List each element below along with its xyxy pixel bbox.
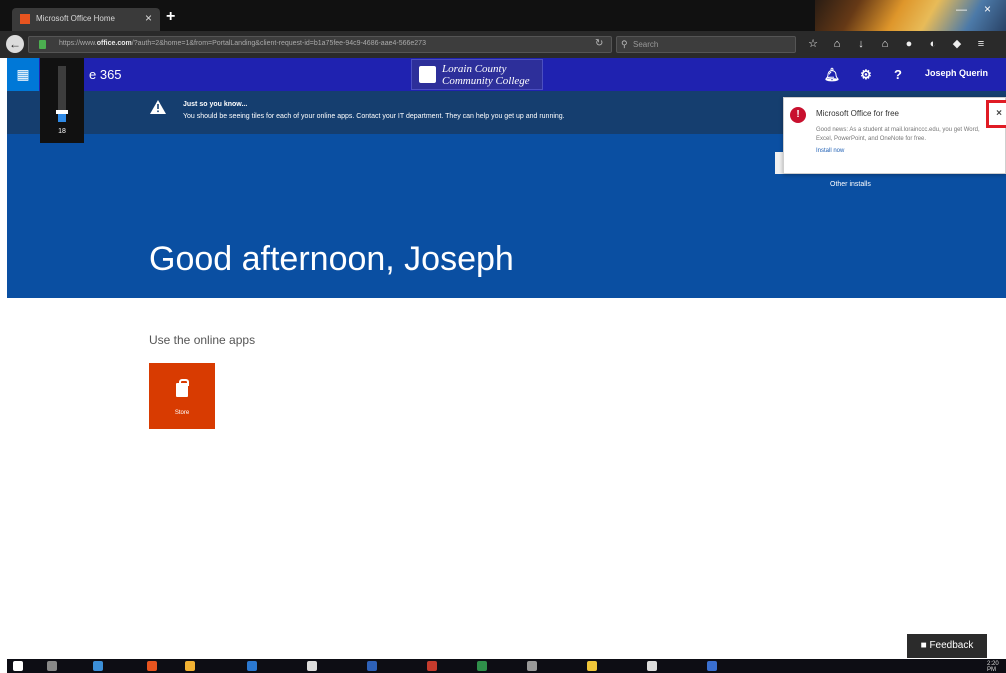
search-placeholder: Search xyxy=(633,40,659,49)
office-brand[interactable]: e 365 xyxy=(89,67,122,82)
firefox-icon[interactable] xyxy=(147,661,157,671)
greeting: Good afternoon, Joseph xyxy=(149,240,514,278)
user-name[interactable]: Joseph Querin xyxy=(925,68,988,78)
college-logo: Lorain County Community College xyxy=(411,59,543,90)
reload-icon[interactable]: ↻ xyxy=(595,38,603,49)
powerpoint-icon[interactable] xyxy=(427,661,437,671)
url-text: https://www.office.com/?auth=2&home=1&fr… xyxy=(59,40,426,47)
taskbar-app-icon[interactable] xyxy=(587,661,597,671)
taskbar-app-icon[interactable] xyxy=(647,661,657,671)
download-icon[interactable]: ↓ xyxy=(854,37,868,51)
store-bag-icon xyxy=(176,379,189,397)
office-free-popup: ! Microsoft Office for free Good news: A… xyxy=(783,97,1006,174)
tile-label: Store xyxy=(174,410,190,416)
popup-body: Good news: As a student at mail.loraincc… xyxy=(816,127,980,142)
extension-icon[interactable]: ◆ xyxy=(950,37,964,51)
browser-tab-bar: Microsoft Office Home × + — × xyxy=(0,0,1006,58)
office-header: ▦ e 365 Lorain County Community College … xyxy=(7,58,1006,91)
screen: Microsoft Office Home × + — × ← https://… xyxy=(0,0,1006,673)
other-installs-link[interactable]: Other installs xyxy=(830,181,871,188)
taskbar-app-icon[interactable] xyxy=(93,661,103,671)
store-tile[interactable]: Store xyxy=(149,363,215,429)
menu-icon[interactable]: ≡ xyxy=(974,37,988,51)
address-bar[interactable]: https://www.office.com/?auth=2&home=1&fr… xyxy=(28,36,612,53)
browser-tab[interactable]: Microsoft Office Home × xyxy=(12,8,160,31)
clock[interactable]: 2:20 PM xyxy=(987,661,1006,673)
star-icon[interactable]: ☆ xyxy=(806,37,820,51)
taskbar-app-icon[interactable] xyxy=(247,661,257,671)
section-label: Use the online apps xyxy=(149,333,256,347)
close-window-icon[interactable]: × xyxy=(984,2,991,16)
popup-title: Microsoft Office for free xyxy=(816,109,899,118)
office-favicon-icon xyxy=(20,14,30,24)
install-now-link[interactable]: Install now xyxy=(816,148,844,154)
help-icon[interactable]: ? xyxy=(881,58,915,91)
excel-icon[interactable] xyxy=(477,661,487,671)
browser-toolbar-icons: ☆ ⌂ ↓ ⌂ ● ◐ ◆ ≡ xyxy=(806,37,988,53)
search-icon: ⚲ xyxy=(621,39,628,49)
windows-taskbar: 2:20 PM xyxy=(7,659,1006,673)
sync-icon[interactable]: ● xyxy=(902,37,916,51)
volume-overlay: 18 xyxy=(40,58,84,143)
tab-title: Microsoft Office Home xyxy=(36,14,115,23)
volume-level: 18 xyxy=(58,128,66,135)
search-icon[interactable] xyxy=(47,661,57,671)
notification-bell-icon[interactable]: 🔔︎ xyxy=(815,58,849,91)
word-icon[interactable] xyxy=(367,661,377,671)
minimize-window-icon[interactable]: — xyxy=(956,4,967,16)
alert-icon: ! xyxy=(790,107,806,123)
explorer-icon[interactable] xyxy=(185,661,195,671)
pocket-icon[interactable]: ◐ xyxy=(926,37,940,51)
volume-thumb xyxy=(56,110,68,114)
browser-search-box[interactable]: ⚲ Search xyxy=(616,36,796,53)
feedback-button[interactable]: ■ Feedback xyxy=(907,634,987,658)
new-tab-icon[interactable]: + xyxy=(166,8,175,26)
taskbar-app-icon[interactable] xyxy=(307,661,317,671)
app-launcher-icon[interactable]: ▦ xyxy=(7,58,39,91)
browser-nav-bar: ← https://www.office.com/?auth=2&home=1&… xyxy=(0,31,1006,58)
taskbar-app-icon[interactable] xyxy=(527,661,537,671)
tab-close-icon[interactable]: × xyxy=(145,11,152,25)
settings-gear-icon[interactable]: ⚙ xyxy=(849,58,883,91)
college-seal-icon xyxy=(419,66,436,83)
install-button-edge[interactable] xyxy=(775,152,783,174)
lock-icon xyxy=(39,40,46,49)
notice-title: Just so you know... xyxy=(183,101,248,108)
warning-icon xyxy=(150,100,166,114)
back-arrow-icon[interactable]: ← xyxy=(6,35,24,53)
notice-body: You should be seeing tiles for each of y… xyxy=(183,113,565,120)
library-icon[interactable]: ⌂ xyxy=(830,37,844,51)
home-icon[interactable]: ⌂ xyxy=(878,37,892,51)
start-icon[interactable] xyxy=(13,661,23,671)
taskbar-app-icon[interactable] xyxy=(707,661,717,671)
popup-close-button[interactable]: × xyxy=(986,100,1006,128)
